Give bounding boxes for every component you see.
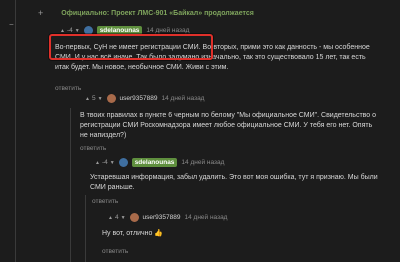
thread-line-comment2 <box>70 108 71 262</box>
vote-block: ▲ 4 ▼ <box>108 214 126 221</box>
comment-line: СМИ раньше. <box>90 184 135 191</box>
comment-text-4: Ну вот, отлично 👍 <box>102 229 163 239</box>
score: -4 <box>101 159 108 166</box>
comment-header-4: ▲ 4 ▼ user9357889 14 дней назад <box>108 213 227 222</box>
comment-line: Устаревшая информация, забыл удалить. Эт… <box>90 174 378 181</box>
post-header: + Официально: Проект ЛМС-901 «Байкал» пр… <box>38 8 254 18</box>
collapse-icon[interactable]: − <box>9 20 14 29</box>
highlight-box <box>49 34 213 60</box>
comment-date[interactable]: 14 дней назад <box>146 27 189 34</box>
avatar[interactable] <box>129 213 139 222</box>
upvote-icon[interactable]: ▲ <box>60 28 65 34</box>
comment-line: регистрации СМИ Роскомнадзора имеет любо… <box>80 122 373 129</box>
thread-line-main <box>15 0 16 262</box>
comment-date[interactable]: 14 дней назад <box>184 214 227 221</box>
username[interactable]: user9357889 <box>143 214 181 221</box>
avatar[interactable] <box>106 94 116 103</box>
reply-link[interactable]: ответить <box>55 85 81 92</box>
expand-icon[interactable]: + <box>38 8 43 18</box>
thread-line-comment3 <box>85 195 86 262</box>
comment-line: не напиздел?) <box>80 132 127 139</box>
downvote-icon[interactable]: ▼ <box>75 28 80 34</box>
upvote-icon[interactable]: ▲ <box>108 215 113 221</box>
comment-line: Ну вот, отлично 👍 <box>102 230 164 237</box>
username-badge[interactable]: sdelanounas <box>131 158 178 167</box>
comment-date[interactable]: 14 дней назад <box>181 159 224 166</box>
username[interactable]: user9357889 <box>120 95 158 102</box>
upvote-icon[interactable]: ▲ <box>85 96 90 102</box>
score: -4 <box>66 27 73 34</box>
vote-block: ▲ 5 ▼ <box>85 95 103 102</box>
comment-header-3: ▲ -4 ▼ sdelanounas 14 дней назад <box>95 158 224 167</box>
reply-link[interactable]: ответить <box>80 145 106 152</box>
vote-block: ▲ -4 ▼ <box>60 27 80 34</box>
comment-text-2: В твоих правилах в пункте 6 черным по бе… <box>80 111 376 141</box>
upvote-icon[interactable]: ▲ <box>95 160 100 166</box>
score: 4 <box>114 214 119 221</box>
vote-block: ▲ -4 ▼ <box>95 159 115 166</box>
score: 5 <box>91 95 96 102</box>
avatar[interactable] <box>118 158 128 167</box>
downvote-icon[interactable]: ▼ <box>98 96 103 102</box>
comment-line: итак будет. Мы новое, необычное СМИ. Жив… <box>55 64 229 71</box>
comment-line: В твоих правилах в пункте 6 черным по бе… <box>80 112 377 119</box>
comment-header-2: ▲ 5 ▼ user9357889 14 дней назад <box>85 94 204 103</box>
downvote-icon[interactable]: ▼ <box>110 160 115 166</box>
post-title[interactable]: Официально: Проект ЛМС-901 «Байкал» прод… <box>61 10 254 17</box>
downvote-icon[interactable]: ▼ <box>121 215 126 221</box>
comment-text-3: Устаревшая информация, забыл удалить. Эт… <box>90 173 378 193</box>
comment-date[interactable]: 14 дней назад <box>161 95 204 102</box>
reply-link[interactable]: ответить <box>102 248 128 255</box>
reply-link[interactable]: ответить <box>92 198 118 205</box>
